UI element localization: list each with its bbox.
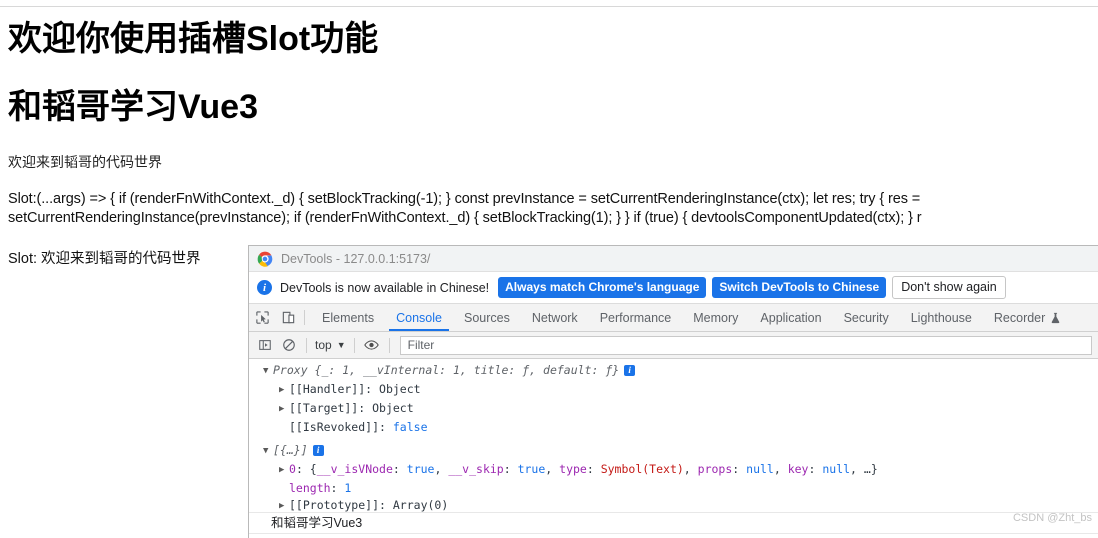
tab-security[interactable]: Security	[833, 304, 900, 331]
info-icon: i	[257, 280, 272, 295]
console-log-message: 和韬哥学习Vue3	[249, 512, 1098, 533]
prop-key: [[IsRevoked]]	[289, 420, 380, 434]
console-prop-target[interactable]: ▶ [[Target]]: Object	[249, 400, 1098, 419]
page-subtitle: 欢迎来到韬哥的代码世界	[8, 154, 162, 170]
expand-triangle-icon[interactable]: ▶	[279, 462, 289, 479]
expand-triangle-icon[interactable]: ▶	[279, 401, 289, 418]
tab-label: Network	[531, 310, 578, 325]
slot-rendered-text: Slot: 欢迎来到韬哥的代码世界	[8, 251, 201, 267]
live-expression-icon[interactable]	[360, 335, 384, 356]
tab-label: Recorder	[993, 310, 1046, 325]
tabbar-divider	[304, 310, 305, 325]
toolbar-divider-3	[388, 337, 390, 353]
match-chrome-language-button[interactable]: Always match Chrome's language	[498, 277, 707, 298]
console-entry-summary: [{…}]	[273, 443, 308, 457]
page-heading-secondary: 和韬哥学习Vue3	[8, 88, 259, 126]
devtools-tabbar: Elements Console Sources Network Perform…	[249, 304, 1098, 332]
execution-context-selector[interactable]: top ▼	[312, 338, 349, 352]
tab-label: Sources	[463, 310, 510, 325]
console-prop-length: length: 1	[289, 481, 352, 495]
tab-recorder[interactable]: Recorder	[983, 304, 1072, 331]
csdn-watermark: CSDN @Zht_bs	[1012, 512, 1092, 524]
filter-input[interactable]: Filter	[399, 335, 1092, 355]
chevron-down-icon: ▼	[336, 339, 346, 350]
console-toolbar: top ▼ Filter	[249, 332, 1098, 359]
dont-show-again-button[interactable]: Don't show again	[892, 276, 1006, 299]
devtools-title-text: DevTools - 127.0.0.1:5173/	[281, 251, 431, 266]
tab-network[interactable]: Network	[521, 304, 589, 331]
device-toolbar-icon[interactable]	[275, 304, 301, 331]
tab-sources[interactable]: Sources	[453, 304, 521, 331]
prop-key: 0	[289, 462, 296, 476]
console-sidebar-icon[interactable]	[253, 335, 277, 356]
slot-code-line-2: setCurrentRenderingInstance(prevInstance…	[8, 210, 922, 226]
prop-value: 1	[344, 481, 352, 495]
toolbar-divider	[306, 337, 307, 353]
console-output-panel[interactable]: ▼ Proxy {_: 1, __vInternal: 1, title: ƒ, …	[249, 359, 1098, 512]
tab-console[interactable]: Console	[385, 304, 453, 331]
tab-memory[interactable]: Memory	[682, 304, 749, 331]
expand-triangle-icon[interactable]: ▶	[279, 382, 289, 399]
console-entry-summary: Proxy {_: 1, __vInternal: 1, title: ƒ, d…	[273, 363, 620, 377]
filter-placeholder: Filter	[407, 338, 435, 352]
console-prompt[interactable]: ❯	[249, 533, 1098, 538]
banner-message: DevTools is now available in Chinese!	[280, 280, 490, 295]
tab-application[interactable]: Application	[749, 304, 832, 331]
console-prop-handler[interactable]: ▶ [[Handler]]: Object	[249, 381, 1098, 400]
tab-label: Memory	[693, 310, 739, 325]
switch-devtools-to-chinese-button[interactable]: Switch DevTools to Chinese	[712, 277, 887, 298]
tab-label: Application	[760, 310, 822, 325]
chrome-logo-icon	[257, 251, 273, 267]
clear-console-icon[interactable]	[277, 335, 301, 356]
prop-key: [[Handler]]	[289, 382, 366, 396]
console-prop-index-0[interactable]: ▶ 0: {__v_isVNode: true, __v_skip: true, …	[249, 461, 1098, 480]
tab-label: Security	[843, 310, 889, 325]
console-prop-isrevoked: [[IsRevoked]]: false	[289, 420, 428, 434]
devtools-titlebar: DevTools - 127.0.0.1:5173/	[249, 246, 1098, 272]
devtools-window: DevTools - 127.0.0.1:5173/ i DevTools is…	[248, 245, 1098, 538]
slot-code-text: Slot:(...args) => { if (renderFnWithCont…	[8, 190, 1098, 228]
console-entry-array[interactable]: ▼ [{…}] i	[249, 442, 1098, 461]
tab-label: Elements	[322, 310, 375, 325]
prop-key: [[Target]]	[289, 401, 359, 415]
slot-code-line-1: Slot:(...args) => { if (renderFnWithCont…	[8, 191, 921, 207]
page-heading-primary: 欢迎你使用插槽Slot功能	[8, 20, 379, 58]
flask-icon	[1050, 312, 1061, 324]
prop-value: Array(0)	[392, 498, 449, 512]
prop-value: Object	[372, 401, 414, 415]
tab-lighthouse[interactable]: Lighthouse	[900, 304, 983, 331]
toolbar-divider-2	[353, 337, 355, 353]
tab-elements[interactable]: Elements	[311, 304, 385, 331]
console-entry-proxy[interactable]: ▼ Proxy {_: 1, __vInternal: 1, title: ƒ, …	[249, 362, 1098, 381]
page-top-divider	[0, 6, 1098, 7]
prop-value: false	[392, 420, 428, 434]
tab-label: Console	[396, 310, 442, 325]
prop-key: [[Prototype]]	[289, 498, 380, 512]
language-notification-banner: i DevTools is now available in Chinese! …	[249, 272, 1098, 304]
tab-label: Lighthouse	[910, 310, 972, 325]
screenshot-root: 欢迎你使用插槽Slot功能 和韬哥学习Vue3 欢迎来到韬哥的代码世界 Slot…	[0, 0, 1098, 538]
prop-value: Object	[379, 382, 421, 396]
expand-triangle-icon[interactable]: ▶	[279, 498, 289, 512]
inspect-element-icon[interactable]	[249, 304, 275, 331]
expand-triangle-icon[interactable]: ▼	[263, 363, 273, 380]
prop-key: length	[289, 481, 331, 495]
tab-label: Performance	[599, 310, 672, 325]
info-badge-icon[interactable]: i	[312, 445, 324, 456]
info-badge-icon[interactable]: i	[624, 365, 636, 376]
tab-performance[interactable]: Performance	[589, 304, 683, 331]
console-prop-prototype[interactable]: ▶ [[Prototype]]: Array(0)	[249, 497, 1098, 512]
expand-triangle-icon[interactable]: ▼	[263, 443, 273, 460]
execution-context-label: top	[315, 338, 332, 352]
